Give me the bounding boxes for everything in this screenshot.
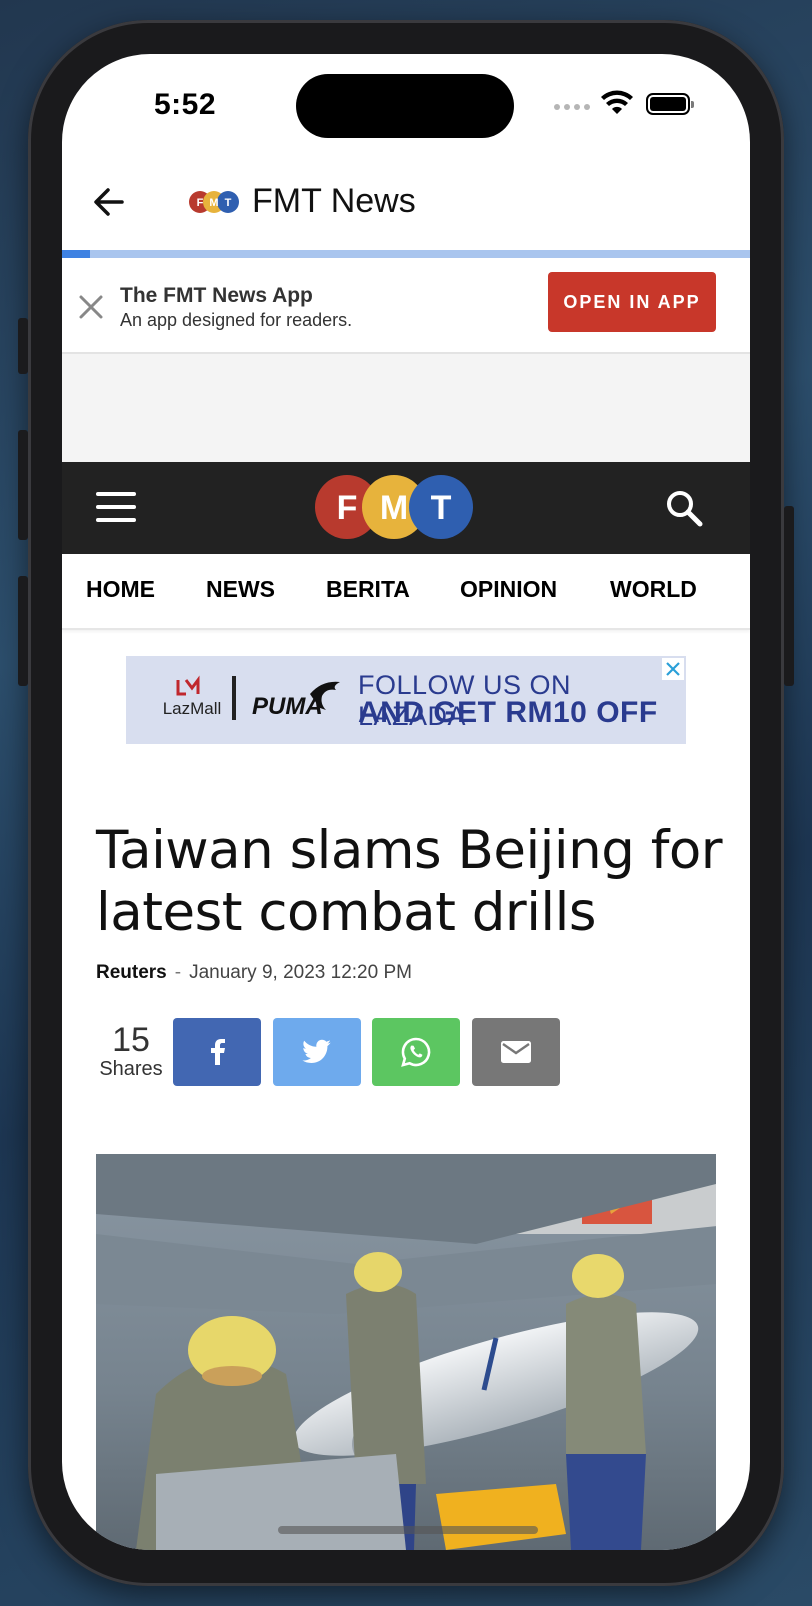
puma-wordmark: PUMA bbox=[252, 693, 323, 720]
ad-placeholder bbox=[62, 354, 750, 462]
fmt-mini-logo-icon: F M T bbox=[189, 191, 239, 213]
app-title: FMT News bbox=[252, 182, 416, 220]
puma-logo: PUMA bbox=[252, 681, 340, 720]
byline-separator: - bbox=[174, 962, 182, 983]
cellular-signal-icon bbox=[554, 104, 590, 110]
share-count: 15 Shares bbox=[96, 1022, 166, 1081]
nav-item-berita[interactable]: BERITA bbox=[326, 576, 410, 603]
nav-item-home[interactable]: HOME bbox=[86, 576, 155, 603]
facebook-share-button[interactable] bbox=[173, 1018, 261, 1086]
mini-logo-letter-m: M bbox=[209, 197, 218, 209]
home-indicator bbox=[278, 1526, 538, 1534]
logo-letter-f: F bbox=[337, 489, 358, 527]
banner-subtitle: An app designed for readers. bbox=[120, 310, 353, 330]
volume-down-button bbox=[18, 576, 28, 686]
logo-letter-m: M bbox=[380, 489, 408, 527]
category-nav: HOME NEWS BERITA OPINION WORLD bbox=[62, 554, 750, 630]
lazmall-wordmark: LazMall bbox=[163, 699, 222, 718]
app-install-banner: The FMT News App An app designed for rea… bbox=[62, 258, 750, 354]
app-bar: F M T FMT News bbox=[62, 154, 750, 250]
whatsapp-share-button[interactable] bbox=[372, 1018, 460, 1086]
article-date: January 9, 2023 12:20 PM bbox=[189, 962, 412, 983]
site-header: F M T bbox=[62, 462, 750, 554]
article-headline: Taiwan slams Beijing for latest combat d… bbox=[96, 820, 723, 943]
nav-item-opinion[interactable]: OPINION bbox=[460, 576, 557, 603]
open-in-app-button[interactable]: OPEN IN APP bbox=[548, 272, 716, 332]
facebook-icon bbox=[211, 1039, 225, 1065]
article-photo-illustration bbox=[96, 1154, 716, 1550]
silent-switch bbox=[18, 318, 28, 374]
dynamic-island bbox=[296, 74, 514, 138]
ad-divider bbox=[232, 676, 236, 720]
logo-letter-t: T bbox=[431, 489, 452, 527]
wifi-icon bbox=[601, 90, 633, 114]
whatsapp-icon bbox=[401, 1037, 431, 1067]
ad-offer: AND GET RM10 OFF bbox=[358, 696, 658, 729]
mini-logo-letter-t: T bbox=[225, 197, 232, 209]
menu-icon[interactable] bbox=[96, 492, 136, 522]
page-load-progress-fill bbox=[62, 250, 90, 258]
twitter-icon bbox=[302, 1039, 331, 1063]
lazada-ad-banner[interactable]: LazMall PUMA FOLLOW US ON LAZADA AND GET… bbox=[126, 656, 686, 744]
power-button bbox=[784, 506, 794, 686]
share-count-label: Shares bbox=[99, 1058, 163, 1080]
close-icon[interactable] bbox=[76, 292, 106, 322]
mail-icon bbox=[501, 1041, 531, 1063]
status-time: 5:52 bbox=[154, 88, 217, 121]
email-share-button[interactable] bbox=[472, 1018, 560, 1086]
article-byline: Reuters - January 9, 2023 12:20 PM bbox=[96, 962, 412, 984]
banner-title: The FMT News App bbox=[120, 284, 313, 307]
status-bar: 5:52 bbox=[62, 54, 750, 154]
back-arrow-icon[interactable] bbox=[92, 182, 126, 222]
share-count-number: 15 bbox=[112, 1021, 150, 1059]
nav-item-world[interactable]: WORLD bbox=[610, 576, 697, 603]
twitter-share-button[interactable] bbox=[273, 1018, 361, 1086]
nav-item-news[interactable]: NEWS bbox=[206, 576, 275, 603]
mini-logo-letter-f: F bbox=[197, 197, 204, 209]
article-author[interactable]: Reuters bbox=[96, 962, 167, 983]
article-hero-image[interactable] bbox=[96, 1154, 716, 1550]
ad-close-icon[interactable] bbox=[662, 658, 684, 680]
page-load-progress bbox=[62, 250, 750, 258]
battery-icon bbox=[646, 93, 694, 115]
lazmall-logo: LazMall bbox=[163, 675, 222, 718]
volume-up-button bbox=[18, 430, 28, 540]
fmt-logo[interactable]: F M T bbox=[314, 474, 474, 540]
phone-screen: 5:52 F M T FMT News The FMT News App An … bbox=[62, 54, 750, 1550]
search-icon[interactable] bbox=[664, 488, 704, 528]
